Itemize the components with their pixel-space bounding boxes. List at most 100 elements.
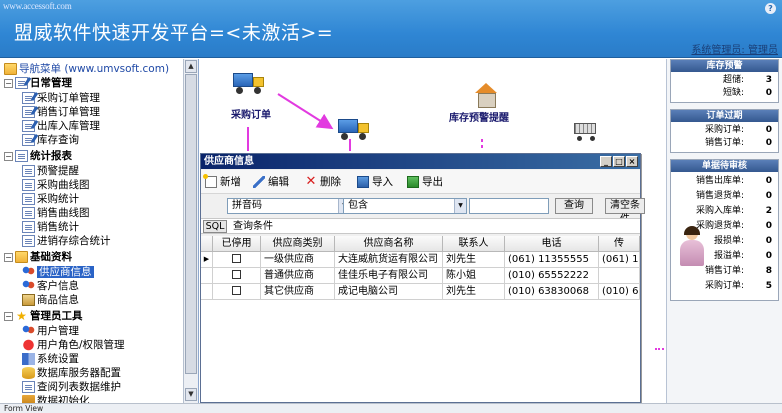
document-icon — [22, 221, 35, 233]
scroll-down-icon[interactable]: ▼ — [185, 388, 197, 401]
scroll-thumb[interactable] — [185, 74, 197, 374]
nav-group-reports[interactable]: − 统计报表 — [4, 148, 72, 164]
col-contact[interactable]: 联系人 — [443, 236, 505, 252]
nav-group-daily[interactable]: − 日常管理 — [4, 75, 72, 91]
sql-tab[interactable]: SQL — [203, 220, 227, 233]
collapse-toggle-icon[interactable]: − — [4, 252, 13, 262]
export-button[interactable]: 导出 — [407, 174, 443, 190]
order-expired-section: 订单过期 采购订单: 0 销售订单: 0 — [670, 109, 779, 153]
cell-fax[interactable]: (061) 11 — [599, 252, 640, 268]
order-expired-row[interactable]: 销售订单: 0 — [671, 138, 778, 149]
scroll-up-icon[interactable]: ▲ — [185, 60, 197, 73]
row-indicator-header — [201, 236, 213, 252]
nav-item-product[interactable]: 商品信息 — [22, 292, 79, 308]
app-title: 盟威软件快速开发平台=<未激活>= — [14, 22, 334, 44]
flow-purchase-order-label[interactable]: 采购订单 — [231, 106, 271, 121]
collapse-toggle-icon[interactable]: − — [4, 151, 13, 161]
row-indicator — [201, 284, 213, 300]
cell-fax[interactable]: (010) 63 — [599, 284, 640, 300]
sidebar-scrollbar[interactable]: ▲ ▼ — [183, 59, 198, 403]
new-button[interactable]: 新增 — [203, 174, 241, 190]
purchase-truck-icon[interactable] — [233, 71, 267, 97]
cell-name[interactable]: 成记电脑公司 — [335, 284, 443, 300]
nav-tree: 导航菜单 (www.umvsoft.com) − 日常管理 采购订单管理 销售订单… — [0, 59, 184, 403]
disabled-checkbox[interactable] — [213, 268, 261, 284]
collapse-toggle-icon[interactable]: − — [4, 311, 13, 321]
cell-fax[interactable] — [599, 268, 640, 284]
col-phone[interactable]: 电话 — [505, 236, 599, 252]
clear-filter-button[interactable]: 清空条件 — [605, 198, 645, 225]
cell-name[interactable]: 大连威航货运有限公司 — [335, 252, 443, 268]
import-button[interactable]: 导入 — [357, 174, 393, 190]
filter-operator-select[interactable]: 包含 ▼ — [343, 198, 467, 214]
import-icon — [357, 176, 369, 188]
maximize-button[interactable]: □ — [613, 156, 625, 167]
nav-group-admin[interactable]: − ★ 管理员工具 — [4, 308, 83, 324]
flow-arrow — [277, 93, 334, 130]
cell-category[interactable]: 其它供应商 — [261, 284, 335, 300]
document-icon — [22, 207, 35, 219]
close-button[interactable]: × — [626, 156, 638, 167]
nav-sidebar: 导航菜单 (www.umvsoft.com) − 日常管理 采购订单管理 销售订单… — [0, 59, 199, 403]
export-icon — [407, 176, 419, 188]
flow-stock-alert-label[interactable]: 库存预警提醒 — [449, 109, 509, 124]
cell-name[interactable]: 佳佳乐电子有限公司 — [335, 268, 443, 284]
pending-review-row[interactable]: 采购入库单: 2 — [671, 206, 778, 217]
cell-category[interactable]: 普通供应商 — [261, 268, 335, 284]
col-name[interactable]: 供应商名称 — [335, 236, 443, 252]
sql-condition-label: 查询条件 — [233, 221, 273, 232]
warehouse-icon[interactable] — [475, 83, 497, 108]
disabled-checkbox[interactable] — [213, 284, 261, 300]
nav-group-basic[interactable]: − 基础资料 — [4, 249, 72, 265]
disabled-checkbox[interactable] — [213, 252, 261, 268]
site-url[interactable]: www.accessoft.com — [3, 1, 72, 11]
chevron-down-icon[interactable]: ▼ — [454, 199, 466, 213]
edit-button[interactable]: 编辑 — [253, 174, 289, 190]
dialog-title[interactable]: 供应商信息 _ □ × — [201, 154, 640, 169]
cell-phone[interactable]: (061) 11355555 — [505, 252, 599, 268]
pending-review-row[interactable]: 销售退货单: 0 — [671, 191, 778, 202]
sql-bar: SQL 查询条件 — [201, 218, 640, 234]
current-row-indicator-icon: ▶ — [201, 252, 213, 268]
cell-contact[interactable]: 刘先生 — [443, 284, 505, 300]
people-icon — [22, 266, 35, 278]
stock-warning-row[interactable]: 超储: 3 — [671, 75, 778, 86]
cell-contact[interactable]: 刘先生 — [443, 252, 505, 268]
main-workspace: 采购订单 库存预警提醒 库存预警 超储: 3 短缺: 0 订单过期 采购订单: 0 销… — [200, 59, 782, 403]
shopping-cart-icon[interactable] — [570, 117, 600, 141]
col-disabled[interactable]: 已停用 — [213, 236, 261, 252]
help-icon[interactable]: ? — [765, 3, 776, 14]
report-icon — [15, 150, 28, 162]
delivery-truck-icon[interactable] — [338, 117, 372, 143]
document-icon — [22, 193, 35, 205]
pending-review-row[interactable]: 销售订单: 8 — [671, 266, 778, 277]
stock-warning-row[interactable]: 短缺: 0 — [671, 88, 778, 99]
product-icon — [22, 294, 35, 306]
cell-contact[interactable]: 陈小姐 — [443, 268, 505, 284]
filter-value-input[interactable] — [469, 198, 549, 214]
supplier-grid: 已停用 供应商类别 供应商名称 联系人 电话 传 ▶ 一级供应商 大连威航货运有… — [201, 236, 640, 402]
nav-item-stock-query[interactable]: 库存查询 — [22, 132, 79, 148]
delete-button[interactable]: ✕ 删除 — [305, 174, 341, 190]
nav-item-data-init[interactable]: 数据初始化 — [22, 393, 90, 403]
collapse-toggle-icon[interactable]: − — [4, 78, 13, 88]
current-user-link[interactable]: 系统管理员: 管理员 — [691, 41, 778, 56]
search-button[interactable]: 查询 — [555, 198, 593, 214]
cell-category[interactable]: 一级供应商 — [261, 252, 335, 268]
edit-doc-icon — [22, 120, 35, 132]
folder-icon — [15, 251, 28, 263]
pending-review-row[interactable]: 销售出库单: 0 — [671, 176, 778, 187]
nav-item-inventory-stats[interactable]: 进销存综合统计 — [22, 233, 111, 249]
col-category[interactable]: 供应商类别 — [261, 236, 335, 252]
cell-phone[interactable]: (010) 65552222 — [505, 268, 599, 284]
document-icon — [22, 235, 35, 247]
minimize-button[interactable]: _ — [600, 156, 612, 167]
new-icon — [203, 174, 217, 188]
edit-doc-icon — [22, 106, 35, 118]
col-fax[interactable]: 传 — [599, 236, 640, 252]
cell-phone[interactable]: (010) 63830068 — [505, 284, 599, 300]
filter-field-select[interactable]: 拼音码▼ — [227, 198, 351, 214]
daily-management-icon — [15, 77, 28, 89]
order-expired-row[interactable]: 采购订单: 0 — [671, 125, 778, 136]
pending-review-row[interactable]: 采购订单: 5 — [671, 281, 778, 292]
